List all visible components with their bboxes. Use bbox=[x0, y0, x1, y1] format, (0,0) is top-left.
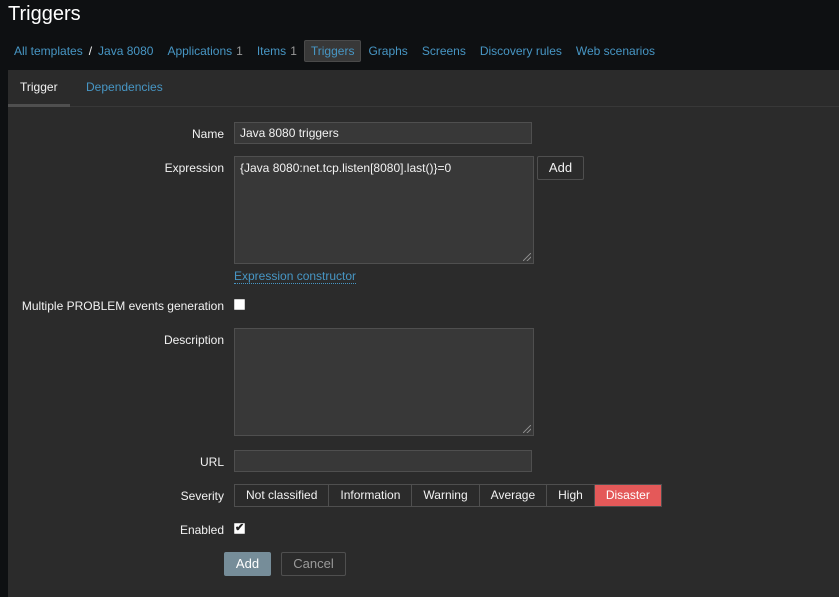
description-label: Description bbox=[163, 333, 224, 347]
nav-discovery-rules[interactable]: Discovery rules bbox=[473, 44, 569, 58]
nav-triggers[interactable]: Triggers bbox=[303, 40, 362, 62]
breadcrumb-all-templates[interactable]: All templates bbox=[8, 44, 83, 58]
severity-label: Severity bbox=[180, 489, 224, 503]
trigger-form-panel: Trigger Dependencies Name Java 8080 trig… bbox=[8, 70, 839, 597]
description-textarea[interactable] bbox=[234, 328, 534, 436]
resize-grip-icon[interactable] bbox=[523, 425, 531, 433]
expression-label: Expression bbox=[164, 161, 224, 175]
web-scenarios-link[interactable]: Web scenarios bbox=[576, 44, 655, 58]
breadcrumb-nav: All templates / Java 8080 Applications 1 … bbox=[8, 40, 662, 62]
severity-high[interactable]: High bbox=[547, 485, 595, 506]
enabled-checkbox[interactable]: ✔ bbox=[234, 522, 245, 534]
expression-value: {Java 8080:net.tcp.listen[8080].last()}=… bbox=[240, 161, 452, 175]
breadcrumb-separator: / bbox=[88, 44, 93, 58]
url-field[interactable] bbox=[234, 450, 532, 472]
template-link[interactable]: Java 8080 bbox=[98, 44, 153, 58]
applications-count: 1 bbox=[236, 44, 243, 58]
resize-grip-icon[interactable] bbox=[523, 253, 531, 261]
expression-add-button[interactable]: Add bbox=[537, 156, 584, 180]
cancel-button[interactable]: Cancel bbox=[281, 552, 346, 576]
severity-information[interactable]: Information bbox=[329, 485, 413, 506]
items-count: 1 bbox=[290, 44, 297, 58]
breadcrumb-template[interactable]: Java 8080 bbox=[98, 44, 160, 58]
url-label: URL bbox=[199, 455, 224, 469]
tab-dependencies[interactable]: Dependencies bbox=[74, 70, 175, 104]
severity-disaster[interactable]: Disaster bbox=[594, 485, 661, 506]
graphs-link[interactable]: Graphs bbox=[368, 44, 407, 58]
discovery-rules-link[interactable]: Discovery rules bbox=[480, 44, 562, 58]
severity-average[interactable]: Average bbox=[479, 485, 548, 506]
severity-not-classified[interactable]: Not classified bbox=[235, 485, 330, 506]
multiple-problem-label: Multiple PROBLEM events generation bbox=[21, 299, 224, 313]
form-tabs: Trigger Dependencies bbox=[8, 70, 839, 107]
screens-link[interactable]: Screens bbox=[422, 44, 466, 58]
nav-web-scenarios[interactable]: Web scenarios bbox=[569, 44, 662, 58]
nav-items[interactable]: Items 1 bbox=[250, 44, 304, 58]
nav-applications[interactable]: Applications 1 bbox=[160, 44, 249, 58]
items-link[interactable]: Items bbox=[257, 44, 286, 58]
page-title: Triggers bbox=[8, 3, 81, 25]
tab-trigger[interactable]: Trigger bbox=[8, 70, 70, 107]
expression-constructor-link[interactable]: Expression constructor bbox=[234, 269, 357, 284]
checkmark-icon: ✔ bbox=[235, 522, 245, 534]
severity-warning[interactable]: Warning bbox=[412, 485, 480, 506]
add-button[interactable]: Add bbox=[224, 552, 271, 576]
expression-textarea[interactable]: {Java 8080:net.tcp.listen[8080].last()}=… bbox=[234, 156, 534, 264]
nav-screens[interactable]: Screens bbox=[415, 44, 473, 58]
applications-link[interactable]: Applications bbox=[167, 44, 232, 58]
enabled-label: Enabled bbox=[179, 523, 224, 537]
name-label: Name bbox=[191, 127, 224, 141]
multiple-problem-checkbox[interactable] bbox=[234, 299, 245, 310]
triggers-link[interactable]: Triggers bbox=[311, 44, 355, 58]
all-templates-link[interactable]: All templates bbox=[14, 44, 83, 58]
nav-graphs[interactable]: Graphs bbox=[361, 44, 414, 58]
severity-selector: Not classified Information Warning Avera… bbox=[234, 484, 662, 507]
name-field[interactable]: Java 8080 triggers bbox=[234, 122, 532, 144]
